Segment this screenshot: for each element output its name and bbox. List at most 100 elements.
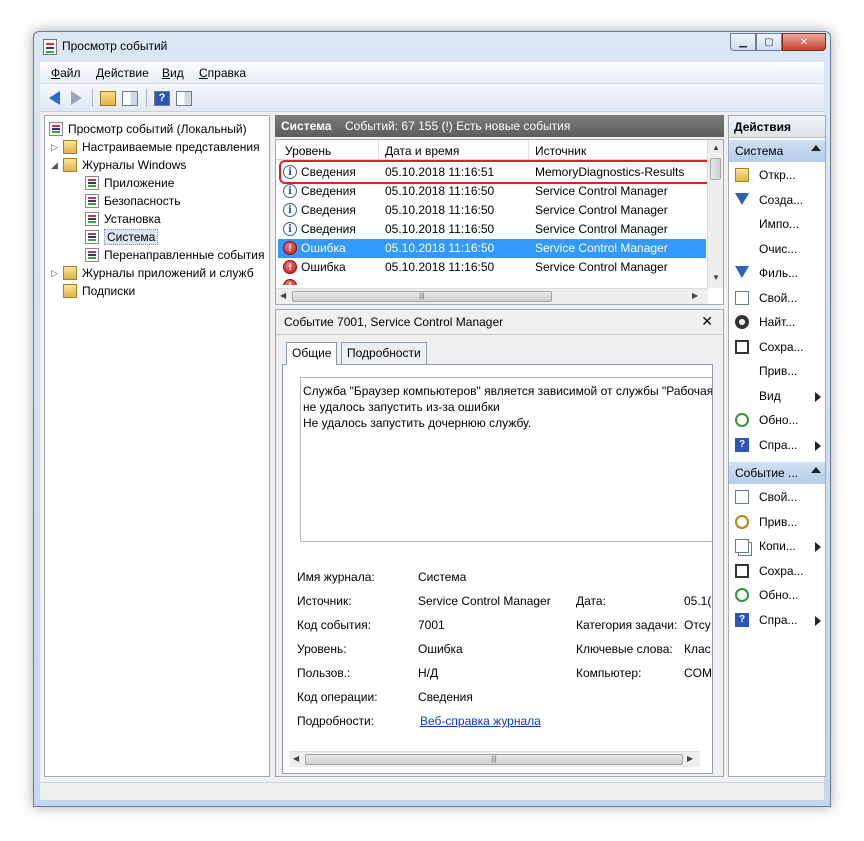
console-tree-icon — [122, 90, 138, 106]
event-log-help-link[interactable]: Веб-справка журнала — [420, 714, 541, 728]
tree-item-setup[interactable]: Установка — [85, 210, 161, 228]
action-item[interactable]: Вид — [733, 387, 825, 407]
column-divider[interactable] — [378, 140, 379, 159]
back-button[interactable] — [44, 89, 64, 107]
actions-group-event[interactable]: Событие ... — [729, 462, 825, 484]
menu-action[interactable]: Действие — [96, 66, 149, 80]
scroll-right-icon[interactable]: ▶ — [692, 291, 698, 300]
error-icon: ! — [283, 241, 297, 255]
event-row-partial[interactable]: ! — [278, 277, 706, 285]
title-bar[interactable]: Просмотр событий ▁ ▢ ✕ — [34, 32, 830, 62]
error-icon: ! — [283, 279, 297, 285]
expand-icon[interactable]: ▷ — [51, 142, 61, 153]
action-item[interactable]: ? Спра... — [733, 436, 825, 456]
actions-group-system[interactable]: Система — [729, 140, 825, 162]
scroll-right-icon[interactable]: ▶ — [687, 754, 693, 763]
expand-icon[interactable]: ▷ — [51, 268, 61, 279]
scroll-down-icon[interactable]: ▼ — [712, 273, 720, 282]
tree-item-label: Приложение — [104, 176, 175, 190]
action-item[interactable]: Свой... — [733, 289, 825, 309]
column-datetime[interactable]: Дата и время — [385, 144, 459, 158]
action-item[interactable]: Обно... — [733, 411, 825, 431]
maximize-button[interactable]: ▢ — [756, 33, 782, 51]
toolbar-separator — [146, 89, 147, 107]
scroll-thumb[interactable]: ||| — [305, 754, 683, 765]
action-item[interactable]: Импо... — [733, 215, 825, 235]
subscriptions-icon — [63, 284, 77, 298]
event-row[interactable]: i Сведения 05.10.2018 11:16:50 Service C… — [278, 201, 706, 220]
show-tree-button[interactable] — [120, 89, 140, 107]
minimize-icon: ▁ — [739, 36, 747, 48]
menu-help[interactable]: Справка — [199, 66, 246, 80]
menu-view[interactable]: Вид — [162, 66, 184, 80]
scroll-up-icon[interactable]: ▲ — [712, 143, 720, 152]
minimize-button[interactable]: ▁ — [730, 33, 756, 51]
action-item[interactable]: Созда... — [733, 191, 825, 211]
event-row[interactable]: ! Ошибка 05.10.2018 11:16:50 Service Con… — [278, 258, 706, 277]
find-icon — [735, 315, 749, 329]
action-item[interactable]: Копи... — [733, 537, 825, 557]
action-item[interactable]: Филь... — [733, 264, 825, 284]
tree-item-subscriptions[interactable]: Подписки — [63, 282, 135, 300]
close-detail-icon[interactable]: ✕ — [701, 313, 713, 330]
event-row[interactable]: i Сведения 05.10.2018 11:16:50 Service C… — [278, 182, 706, 201]
action-item[interactable]: Прив... — [733, 513, 825, 533]
action-item[interactable]: Найт... — [733, 313, 825, 333]
event-row[interactable]: i Сведения 05.10.2018 11:16:50 Service C… — [278, 220, 706, 239]
action-item[interactable]: ? Спра... — [733, 611, 825, 631]
tree-item-application[interactable]: Приложение — [85, 174, 174, 192]
action-item[interactable]: Свой... — [733, 488, 825, 508]
actions-pane: Действия Система Откр... Созда... Импо... О… — [728, 115, 826, 777]
action-item[interactable]: Сохра... — [733, 562, 825, 582]
tree-item-security[interactable]: Безопасность — [85, 192, 181, 210]
close-window-button[interactable]: ✕ — [782, 33, 826, 51]
column-divider[interactable] — [528, 140, 529, 159]
import-custom-view-icon — [735, 217, 749, 231]
detail-horizontal-scrollbar[interactable]: ◀ ||| ▶ — [289, 751, 700, 767]
tree-item-system[interactable]: Система — [85, 228, 159, 246]
help-button[interactable]: ? — [152, 89, 172, 107]
show-action-pane-button[interactable] — [174, 89, 194, 107]
action-label: Свой... — [759, 490, 798, 504]
collapse-icon[interactable]: ◢ — [51, 160, 61, 171]
user-value: Н/Д — [418, 666, 439, 680]
column-source[interactable]: Источник — [535, 144, 586, 158]
tab-details[interactable]: Подробности — [341, 342, 427, 364]
more-info-label: Подробности: — [297, 714, 375, 728]
up-folder-button[interactable] — [98, 89, 118, 107]
tree-item-label: Журналы приложений и служб — [82, 266, 254, 280]
event-message-box[interactable]: Служба "Браузер компьютеров" является за… — [300, 377, 712, 542]
scroll-thumb[interactable]: ||| — [292, 291, 552, 302]
actions-header: Действия — [729, 116, 825, 138]
tab-general[interactable]: Общие — [286, 342, 338, 365]
menu-bar: Файл Действие Вид Справка — [40, 62, 824, 84]
scroll-left-icon[interactable]: ◀ — [293, 754, 299, 763]
status-bar — [40, 782, 824, 800]
forward-arrow-icon — [70, 91, 82, 105]
tree-item-root[interactable]: Просмотр событий (Локальный) — [49, 120, 247, 138]
action-item[interactable]: Сохра... — [733, 338, 825, 358]
highlight-annotation — [279, 160, 712, 184]
folder-up-icon — [100, 90, 116, 106]
tree-item-windows-logs[interactable]: ◢ Журналы Windows — [51, 156, 186, 174]
action-item[interactable]: Прив... — [733, 362, 825, 382]
source-value: Service Control Manager — [418, 594, 551, 608]
action-label: Обно... — [759, 588, 799, 602]
divider — [276, 334, 723, 335]
forward-button[interactable] — [66, 89, 86, 107]
grid-vertical-scrollbar[interactable]: ▲ ▼ — [707, 140, 723, 288]
grid-horizontal-scrollbar[interactable]: ◀ ||| ▶ — [276, 288, 708, 304]
scroll-thumb[interactable] — [710, 158, 721, 180]
tree-item-custom-views[interactable]: ▷ Настраиваемые представления — [51, 138, 260, 156]
column-level[interactable]: Уровень — [285, 144, 331, 158]
tree-item-app-service-logs[interactable]: ▷ Журналы приложений и служб — [51, 264, 254, 282]
level-label: Уровень: — [297, 642, 347, 656]
action-item[interactable]: Откр... — [733, 166, 825, 186]
menu-file[interactable]: Файл — [51, 66, 81, 80]
tree-item-forwarded-events[interactable]: Перенаправленные события — [85, 246, 264, 264]
action-item[interactable]: Обно... — [733, 586, 825, 606]
action-item[interactable]: Очис... — [733, 240, 825, 260]
event-row-selected[interactable]: ! Ошибка 05.10.2018 11:16:50 Service Con… — [278, 239, 706, 258]
scroll-left-icon[interactable]: ◀ — [280, 291, 286, 300]
event-level: Сведения — [301, 184, 356, 198]
